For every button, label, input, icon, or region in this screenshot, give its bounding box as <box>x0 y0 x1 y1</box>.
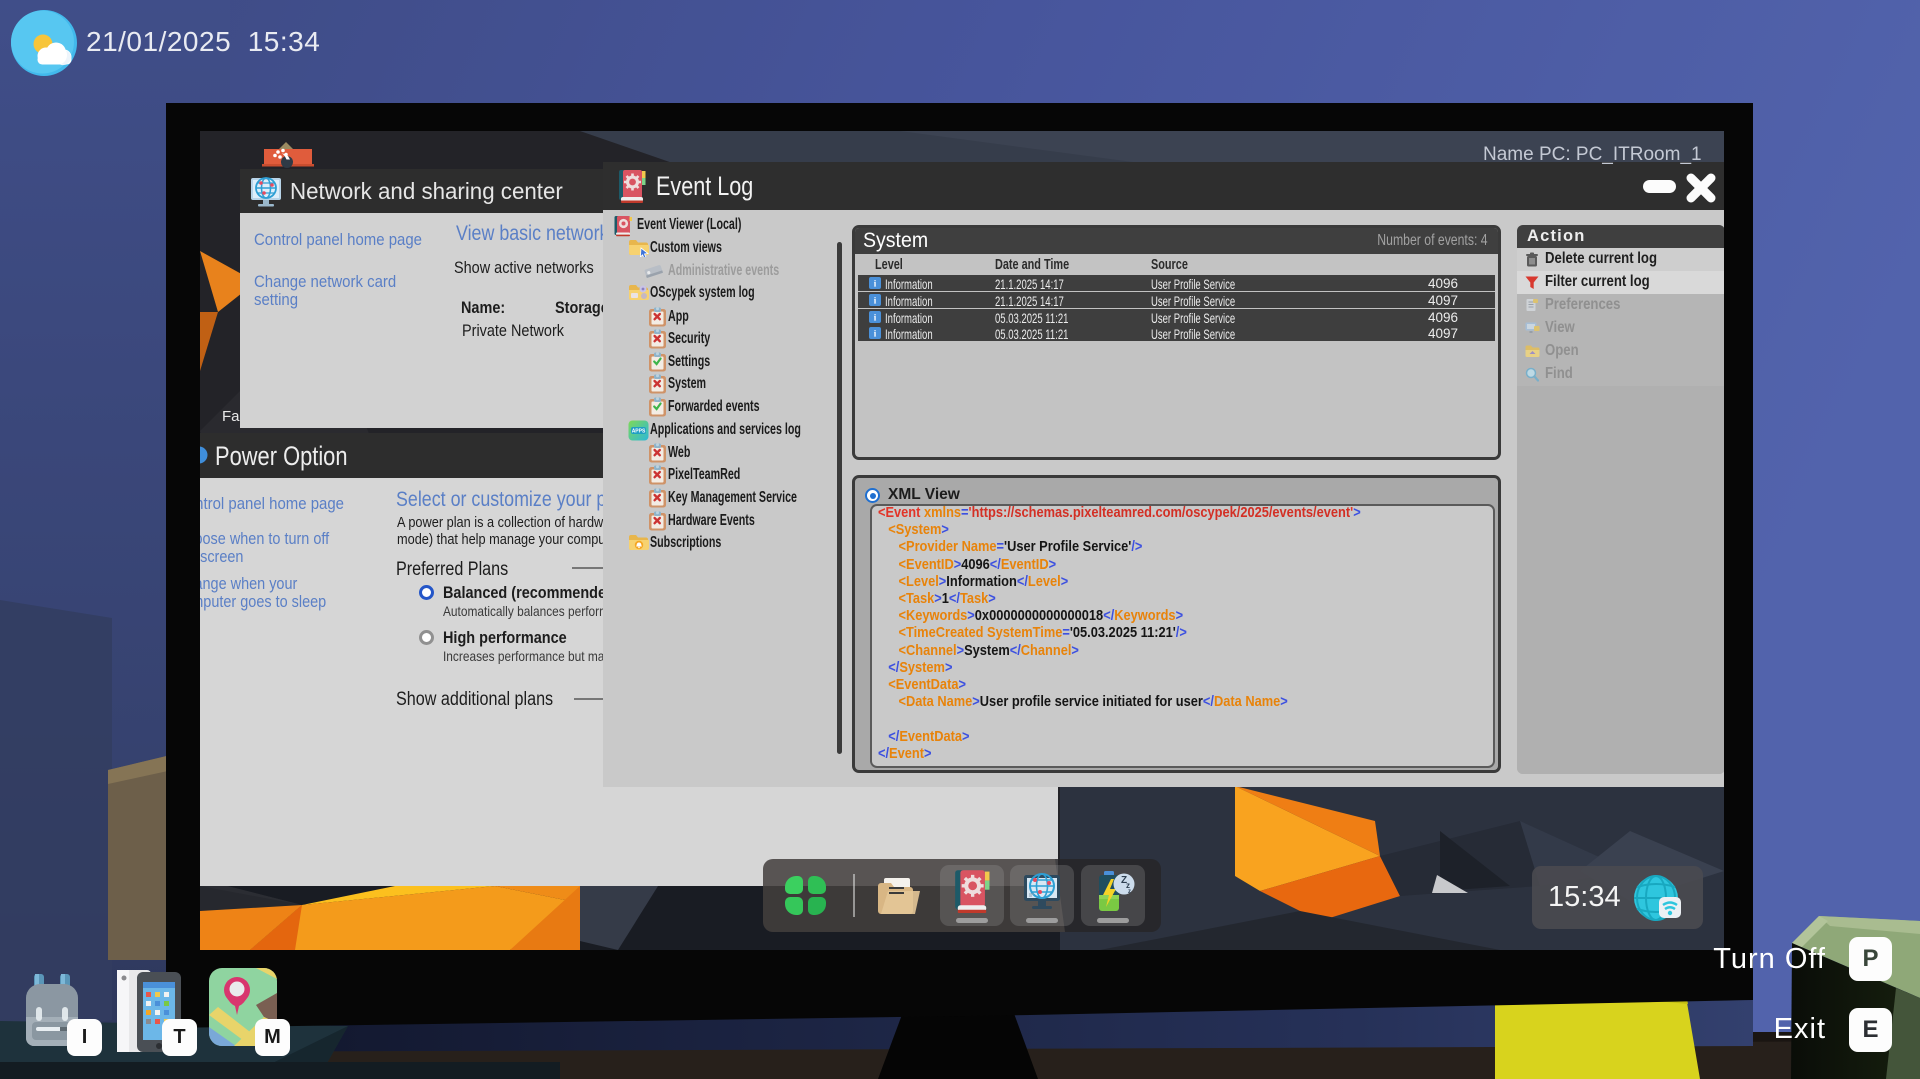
svg-text:APPS: APPS <box>632 429 646 435</box>
svg-text:z: z <box>1128 889 1131 895</box>
